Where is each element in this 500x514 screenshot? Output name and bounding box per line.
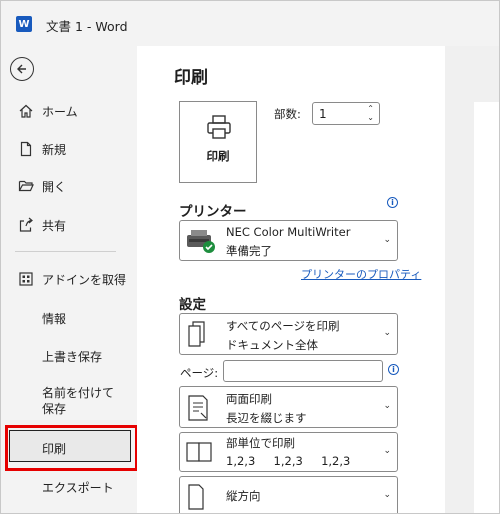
window-border [0,0,500,514]
